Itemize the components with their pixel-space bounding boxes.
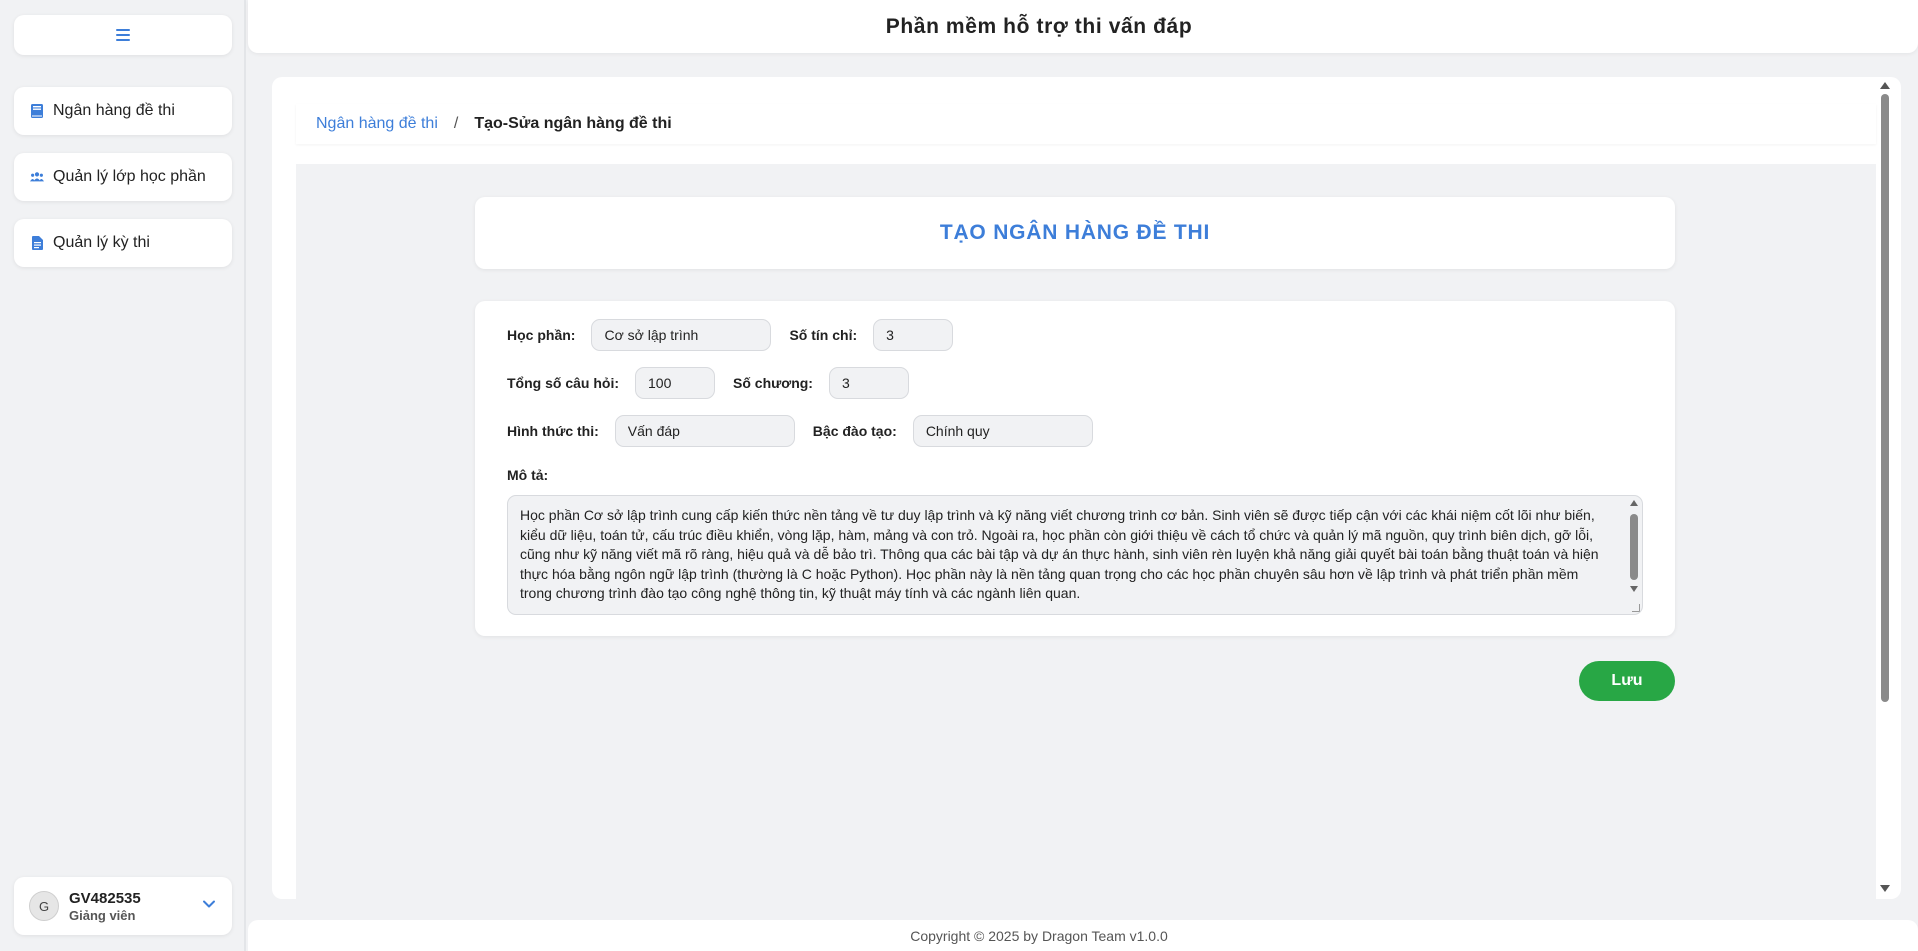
save-button[interactable]: Lưu: [1579, 661, 1675, 701]
scroll-up-icon[interactable]: [1630, 500, 1638, 506]
exam-type-label: Hình thức thi:: [507, 423, 599, 439]
chapters-label: Số chương:: [733, 375, 813, 391]
scroll-down-icon[interactable]: [1630, 586, 1638, 592]
course-input[interactable]: [591, 319, 772, 351]
user-role: Giảng viên: [69, 907, 136, 923]
book-icon: [30, 104, 44, 118]
scroll-up-icon[interactable]: [1880, 82, 1890, 89]
training-level-input[interactable]: [912, 415, 1093, 447]
user-menu[interactable]: G GV482535 Giảng viên: [14, 877, 232, 935]
breadcrumb-current: Tạo-Sửa ngân hàng đề thi: [474, 115, 672, 132]
credits-input[interactable]: [873, 319, 954, 351]
form-area: TẠO NGÂN HÀNG ĐỀ THI Học phần: Số tín ch…: [296, 164, 1876, 899]
description-textarea[interactable]: Học phần Cơ sở lập trình cung cấp kiến t…: [508, 496, 1626, 614]
hamburger-menu-icon: [116, 29, 130, 41]
training-level-label: Bậc đào tạo:: [812, 423, 897, 439]
course-label: Học phần:: [507, 327, 576, 343]
user-name: GV482535: [69, 889, 141, 907]
sidebar-item-question-bank[interactable]: Ngân hàng đề thi: [14, 87, 232, 135]
description-label: Mô tả:: [507, 467, 549, 483]
chevron-down-icon[interactable]: [202, 897, 216, 911]
breadcrumb-separator: /: [453, 115, 459, 132]
exam-type-input[interactable]: [614, 415, 795, 447]
sidebar-item-label: Quản lý lớp học phần: [53, 168, 206, 185]
sidebar-item-class-management[interactable]: Quản lý lớp học phần: [14, 153, 232, 201]
resize-handle-icon[interactable]: [1632, 604, 1640, 612]
page-title: TẠO NGÂN HÀNG ĐỀ THI: [939, 221, 1211, 244]
menu-toggle-button[interactable]: [14, 15, 232, 55]
main-content: Ngân hàng đề thi / Tạo-Sửa ngân hàng đề …: [272, 77, 1901, 899]
chapters-input[interactable]: [828, 367, 909, 399]
scroll-down-icon[interactable]: [1880, 885, 1890, 892]
footer: Copyright © 2025 by Dragon Team v1.0.0: [248, 920, 1918, 951]
copyright-text: Copyright © 2025 by Dragon Team v1.0.0: [910, 927, 1168, 944]
sidebar: Ngân hàng đề thi Quản lý lớp học phần Qu…: [0, 0, 246, 951]
total-questions-input[interactable]: [635, 367, 715, 399]
page-scrollbar[interactable]: [1877, 77, 1893, 899]
avatar: G: [29, 891, 59, 921]
page-title-card: TẠO NGÂN HÀNG ĐỀ THI: [475, 197, 1675, 269]
description-field: Học phần Cơ sở lập trình cung cấp kiến t…: [507, 495, 1643, 615]
scrollbar-thumb[interactable]: [1881, 94, 1889, 702]
document-icon: [30, 236, 44, 250]
app-header: Phần mềm hỗ trợ thi vấn đáp: [248, 0, 1918, 53]
sidebar-item-label: Ngân hàng đề thi: [53, 102, 175, 119]
scrollbar-thumb[interactable]: [1630, 514, 1638, 580]
users-icon: [30, 170, 44, 184]
question-bank-form: Học phần: Số tín chỉ: Tổng số câu hỏi: S…: [475, 301, 1675, 636]
app-title: Phần mềm hỗ trợ thi vấn đáp: [885, 14, 1193, 38]
sidebar-item-label: Quản lý kỳ thi: [53, 234, 150, 251]
sidebar-item-exam-management[interactable]: Quản lý kỳ thi: [14, 219, 232, 267]
breadcrumb: Ngân hàng đề thi / Tạo-Sửa ngân hàng đề …: [296, 104, 1876, 144]
breadcrumb-link-question-bank[interactable]: Ngân hàng đề thi: [316, 115, 438, 133]
description-scrollbar[interactable]: [1626, 496, 1642, 614]
credits-label: Số tín chỉ:: [789, 327, 858, 343]
total-questions-label: Tổng số câu hỏi:: [507, 375, 619, 391]
